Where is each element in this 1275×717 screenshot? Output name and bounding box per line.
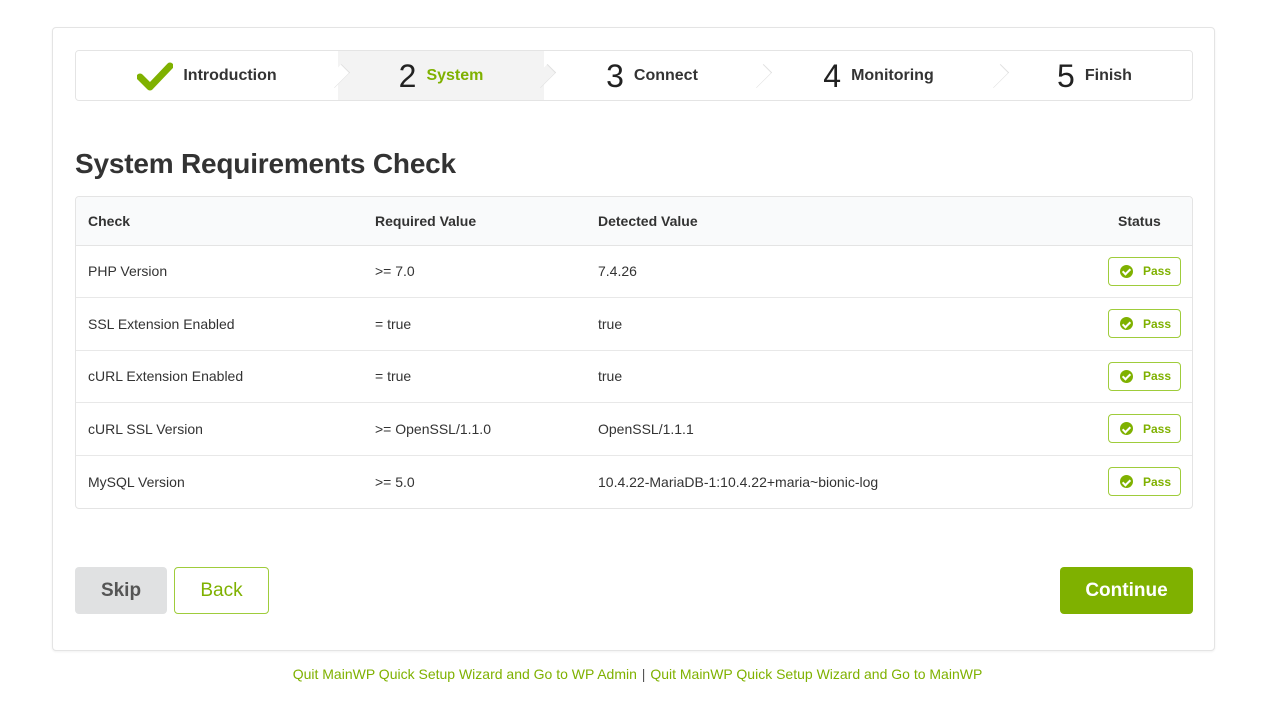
status-badge: Pass xyxy=(1108,361,1181,391)
step-number: 2 xyxy=(398,57,417,94)
step-connect[interactable]: 3 Connect xyxy=(544,51,773,100)
footer-links: Quit MainWP Quick Setup Wizard and Go to… xyxy=(0,666,1275,682)
table-row: PHP Version >= 7.0 7.4.26 Pass xyxy=(76,245,1192,298)
check-name: PHP Version xyxy=(76,245,363,298)
detected-value: true xyxy=(586,297,1096,351)
table-header-row: Check Required Value Detected Value Stat… xyxy=(76,197,1192,246)
wizard-steps: Introduction 2 System 3 Connect 4 Monito… xyxy=(75,50,1193,101)
check-circle-icon xyxy=(1120,317,1133,331)
status-label: Pass xyxy=(1143,421,1172,436)
check-name: MySQL Version xyxy=(88,473,185,490)
required-value: >= 5.0 xyxy=(375,473,415,490)
checkmark-icon xyxy=(137,62,174,90)
table-row: cURL SSL Version >= OpenSSL/1.1.0 OpenSS… xyxy=(76,402,1192,456)
detected-value: true xyxy=(586,350,1096,403)
setup-wizard-card: Introduction 2 System 3 Connect 4 Monito… xyxy=(52,27,1215,651)
status-label: Pass xyxy=(1143,316,1172,331)
step-number: 4 xyxy=(823,57,842,94)
table-row: MySQL Version >= 5.0 10.4.22-MariaDB-1:1… xyxy=(76,455,1192,508)
required-value: = true xyxy=(363,350,586,403)
requirements-table: Check Required Value Detected Value Stat… xyxy=(75,196,1193,509)
step-label: Monitoring xyxy=(851,66,934,84)
step-number: 3 xyxy=(606,57,624,94)
step-number: 5 xyxy=(1057,57,1075,94)
check-circle-icon xyxy=(1120,422,1133,436)
table-row: SSL Extension Enabled = true true Pass xyxy=(76,297,1192,351)
header-check: Check xyxy=(76,197,363,246)
detected-value: 10.4.22-MariaDB-1:10.4.22+maria~bionic-l… xyxy=(598,473,879,490)
detected-value: OpenSSL/1.1.1 xyxy=(586,402,1096,456)
page-title: System Requirements Check xyxy=(75,148,456,179)
header-detected-value: Detected Value xyxy=(586,197,1096,246)
continue-button[interactable]: Continue xyxy=(1060,567,1193,614)
status-label: Pass xyxy=(1143,474,1172,489)
status-badge: Pass xyxy=(1108,256,1181,286)
status-label: Pass xyxy=(1143,264,1172,279)
step-system[interactable]: 2 System xyxy=(338,51,557,100)
link-separator: | xyxy=(641,666,646,682)
step-label: Finish xyxy=(1084,66,1132,84)
check-name: cURL Extension Enabled xyxy=(76,350,363,403)
header-status: Status xyxy=(1096,197,1192,246)
check-circle-icon xyxy=(1120,264,1133,278)
skip-button[interactable]: Skip xyxy=(75,567,167,614)
table-row: cURL Extension Enabled = true true Pass xyxy=(76,350,1192,403)
required-value: >= 7.0 xyxy=(363,245,586,298)
header-required-value: Required Value xyxy=(363,197,586,246)
check-circle-icon xyxy=(1120,475,1133,488)
quit-to-mainwp-link[interactable]: Quit MainWP Quick Setup Wizard and Go to… xyxy=(650,666,982,682)
status-badge: Pass xyxy=(1108,309,1181,339)
step-monitoring[interactable]: 4 Monitoring xyxy=(760,51,1010,100)
check-name: SSL Extension Enabled xyxy=(76,297,363,351)
status-label: Pass xyxy=(1143,369,1172,384)
detected-value: 7.4.26 xyxy=(586,245,1096,298)
step-introduction[interactable]: Introduction xyxy=(76,51,351,100)
step-label: System xyxy=(426,66,484,84)
required-value: >= OpenSSL/1.1.0 xyxy=(363,402,586,456)
status-badge: Pass xyxy=(1108,414,1181,444)
check-circle-icon xyxy=(1120,369,1133,383)
step-finish[interactable]: 5 Finish xyxy=(997,51,1192,100)
back-button[interactable]: Back xyxy=(174,567,269,614)
required-value: = true xyxy=(363,297,586,351)
status-badge: Pass xyxy=(1108,467,1181,496)
step-label: Connect xyxy=(633,66,698,84)
step-label: Introduction xyxy=(183,66,277,84)
quit-to-wp-admin-link[interactable]: Quit MainWP Quick Setup Wizard and Go to… xyxy=(293,666,637,682)
check-name: cURL SSL Version xyxy=(76,402,363,456)
